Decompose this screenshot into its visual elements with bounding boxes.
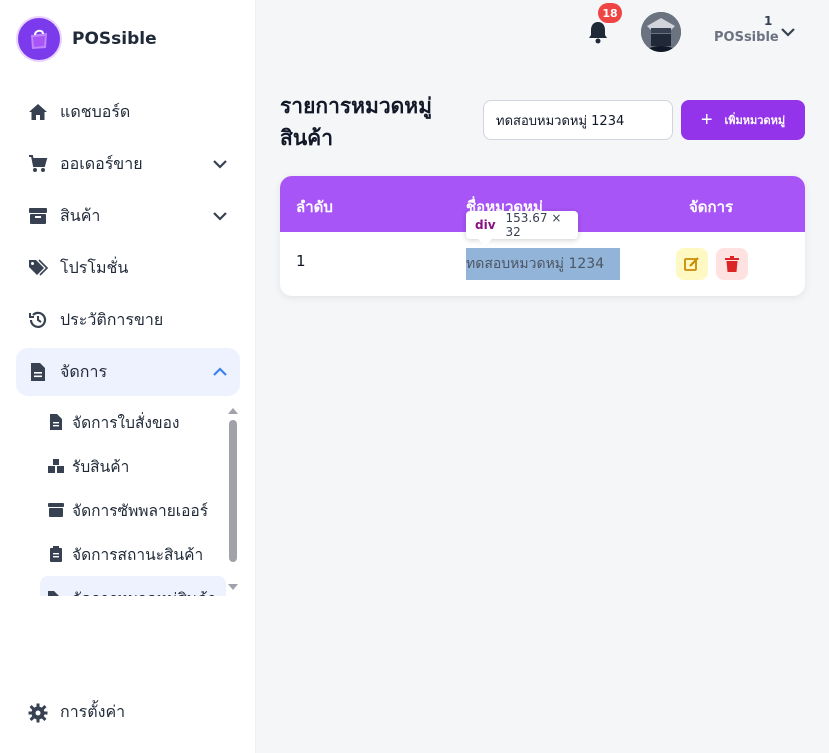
file-icon bbox=[28, 362, 48, 382]
tags-icon bbox=[28, 258, 48, 278]
add-category-label: เพิ่มหมวดหมู่ bbox=[724, 115, 786, 127]
history-icon bbox=[28, 310, 48, 330]
tags-icon bbox=[48, 590, 64, 596]
brand-name: POSsible bbox=[72, 29, 157, 49]
submenu-item-label: จัดการใบสั่งของ bbox=[72, 413, 180, 432]
sidebar-item-sales-orders[interactable]: ออเดอร์ขาย bbox=[16, 140, 240, 188]
scroll-down-arrow-icon[interactable] bbox=[228, 584, 238, 590]
scroll-up-arrow-icon[interactable] bbox=[228, 408, 238, 414]
tooltip-dimensions: 153.67 × 32 bbox=[505, 211, 562, 239]
sidebar: POSsible แดชบอร์ด ออเดอร์ขาย สินค้า โปรโ… bbox=[0, 0, 256, 753]
sidebar-item-label: แดชบอร์ด bbox=[60, 101, 131, 121]
plus-icon: + bbox=[700, 108, 713, 131]
submenu-item-label: จัดการสถานะสินค้า bbox=[72, 545, 204, 564]
tooltip-arrow bbox=[478, 239, 492, 246]
sidebar-item-products[interactable]: สินค้า bbox=[16, 192, 240, 240]
cart-icon bbox=[28, 154, 48, 174]
edit-button[interactable] bbox=[676, 248, 708, 280]
submenu-item-label: จัดการซัพพลายเออร์ bbox=[72, 501, 209, 520]
chevron-down-icon[interactable] bbox=[780, 24, 796, 40]
chevron-down-icon bbox=[213, 212, 227, 221]
shopping-bag-logo-icon bbox=[16, 16, 62, 62]
row-category-name: ทดสอบหมวดหมู่ 1234 bbox=[466, 248, 620, 280]
home-icon bbox=[28, 102, 48, 122]
sidebar-item-label: ออเดอร์ขาย bbox=[60, 153, 143, 173]
boxes-icon bbox=[48, 458, 64, 474]
sidebar-item-label: ประวัติการขาย bbox=[60, 309, 164, 329]
submenu-item-product-status[interactable]: จัดการสถานะสินค้า bbox=[40, 532, 226, 576]
category-name-input[interactable] bbox=[483, 100, 673, 140]
submenu-item-label: รับสินค้า bbox=[72, 457, 130, 476]
submenu-item-purchase-orders[interactable]: จัดการใบสั่งของ bbox=[40, 400, 226, 444]
box-icon bbox=[48, 502, 64, 518]
sidebar-item-sales-history[interactable]: ประวัติการขาย bbox=[16, 296, 240, 344]
notification-badge: 18 bbox=[598, 3, 622, 23]
tooltip-tag: div bbox=[475, 218, 496, 232]
delete-button[interactable] bbox=[716, 248, 748, 280]
sidebar-item-promotions[interactable]: โปรโมชั่น bbox=[16, 244, 240, 292]
gear-icon bbox=[28, 703, 48, 723]
column-header-index: ลำดับ bbox=[296, 198, 333, 216]
avatar[interactable] bbox=[641, 12, 681, 52]
sidebar-item-label: สินค้า bbox=[60, 205, 101, 225]
submenu-item-receive-goods[interactable]: รับสินค้า bbox=[40, 444, 226, 488]
table-row: 1 ทดสอบหมวดหมู่ 1234 bbox=[280, 232, 805, 296]
manage-submenu: จัดการใบสั่งของ รับสินค้า จัดการซัพพลายเ… bbox=[40, 400, 226, 596]
clipboard-icon bbox=[48, 546, 64, 562]
settings-label: การตั้งค่า bbox=[60, 702, 126, 721]
bell-icon[interactable] bbox=[587, 20, 609, 44]
submenu-item-suppliers[interactable]: จัดการซัพพลายเออร์ bbox=[40, 488, 226, 532]
row-index: 1 bbox=[296, 252, 306, 270]
user-number: 1 bbox=[764, 14, 773, 28]
trash-icon bbox=[725, 256, 739, 272]
column-header-actions: จัดการ bbox=[689, 198, 734, 216]
chevron-up-icon bbox=[213, 367, 227, 376]
sidebar-item-settings[interactable]: การตั้งค่า bbox=[28, 700, 125, 725]
page-title: รายการหมวดหมู่สินค้า bbox=[280, 94, 432, 150]
sidebar-nav: แดชบอร์ด ออเดอร์ขาย สินค้า โปรโมชั่น ประ… bbox=[16, 88, 240, 400]
add-category-button[interactable]: + เพิ่มหมวดหมู่ bbox=[681, 100, 805, 140]
devtools-inspect-tooltip: div 153.67 × 32 bbox=[466, 211, 578, 239]
user-name[interactable]: POSsible bbox=[714, 30, 779, 45]
box-icon bbox=[28, 206, 48, 226]
file-icon bbox=[48, 414, 64, 430]
submenu-item-product-categories[interactable]: จัดการหมวดหมู่สินค้า bbox=[40, 576, 226, 596]
sidebar-item-dashboard[interactable]: แดชบอร์ด bbox=[16, 88, 240, 136]
scrollbar-thumb[interactable] bbox=[229, 420, 237, 562]
sidebar-item-label: โปรโมชั่น bbox=[60, 257, 129, 277]
chevron-down-icon bbox=[213, 160, 227, 169]
sidebar-item-manage[interactable]: จัดการ bbox=[16, 348, 240, 396]
sidebar-item-label: จัดการ bbox=[60, 361, 108, 381]
edit-icon bbox=[684, 257, 699, 271]
submenu-item-label: จัดการหมวดหมู่สินค้า bbox=[72, 586, 216, 597]
brand[interactable]: POSsible bbox=[16, 16, 157, 62]
